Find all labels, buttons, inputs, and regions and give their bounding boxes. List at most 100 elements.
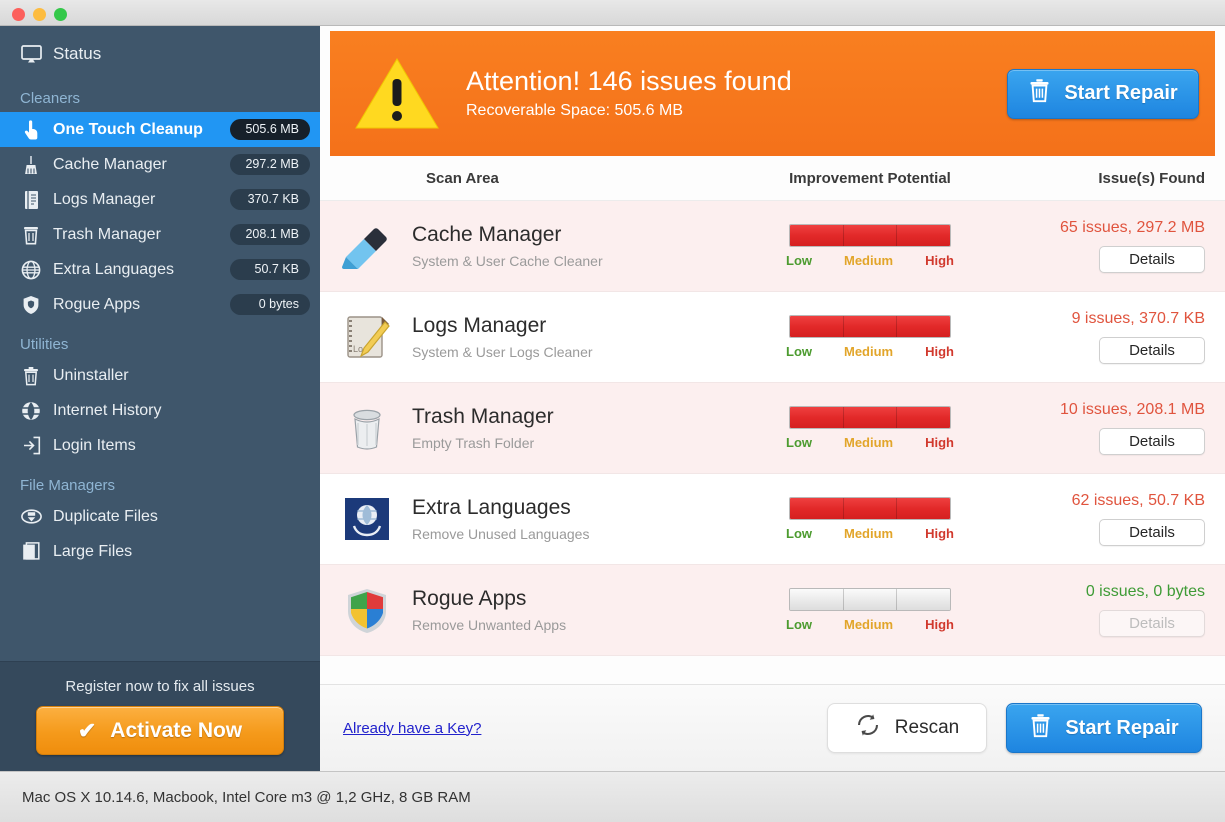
alert-banner: Attention! 146 issues found Recoverable …: [330, 31, 1215, 156]
meter-labels: Low Medium High: [786, 435, 954, 450]
logbook-pencil-icon: Lo: [340, 310, 394, 364]
sidebar-item-rogue-apps[interactable]: Rogue Apps 0 bytes: [0, 287, 320, 322]
meter-labels: Low Medium High: [786, 526, 954, 541]
sidebar-item-label: Trash Manager: [53, 225, 161, 243]
sidebar-item-badge: 370.7 KB: [230, 189, 310, 210]
meter-label-medium: Medium: [843, 435, 894, 450]
header-improvement: Improvement Potential: [789, 169, 951, 187]
sidebar-item-label: Status: [53, 44, 102, 63]
status-bar: Mac OS X 10.14.6, Macbook, Intel Core m3…: [0, 771, 1225, 822]
meter-label-high: High: [925, 526, 954, 541]
meter-segment-low: [790, 498, 844, 519]
row-issues: 65 issues, 297.2 MB Details: [1020, 219, 1205, 273]
sidebar-item-uninstaller[interactable]: Uninstaller: [0, 358, 320, 393]
sidebar-item-badge: 297.2 MB: [230, 154, 310, 175]
alert-title: Attention! 146 issues found: [466, 65, 792, 96]
activate-now-button[interactable]: ✔ Activate Now: [36, 706, 284, 755]
row-improvement: Low Medium High: [720, 224, 1020, 268]
sidebar-item-large-files[interactable]: Large Files: [0, 534, 320, 569]
table-row[interactable]: Cache Manager System & User Cache Cleane…: [320, 201, 1225, 292]
row-issues: 10 issues, 208.1 MB Details: [1020, 401, 1205, 455]
sidebar-section-utilities: Utilities: [20, 336, 69, 353]
row-text: Logs Manager System & User Logs Cleaner: [412, 314, 593, 359]
meter-label-high: High: [925, 344, 954, 359]
sidebar-section-cleaners: Cleaners: [20, 90, 81, 107]
sidebar-item-label: Extra Languages: [53, 260, 174, 278]
app-window: Status Cleaners One Touch Cleanup 505.6 …: [0, 0, 1225, 822]
improvement-meter: [789, 315, 951, 338]
row-name: Rogue Apps: [412, 587, 527, 611]
row-improvement: Low Medium High: [720, 497, 1020, 541]
broom-icon: [20, 154, 42, 176]
monitor-icon: [20, 43, 42, 65]
main-footer: Already have a Key? Rescan Start Repair: [320, 684, 1225, 771]
cache-broom-icon: [340, 219, 394, 273]
sidebar-item-badge: 505.6 MB: [230, 119, 310, 140]
scan-rows: Cache Manager System & User Cache Cleane…: [320, 201, 1225, 656]
issues-text: 9 issues, 370.7 KB: [1071, 310, 1205, 327]
already-have-key-link[interactable]: Already have a Key?: [343, 720, 481, 737]
sidebar-item-label: Logs Manager: [53, 190, 156, 208]
close-button[interactable]: [12, 8, 25, 21]
meter-label-high: High: [925, 253, 954, 268]
meter-segment-low: [790, 407, 844, 428]
duplicate-icon: [20, 506, 42, 528]
details-button[interactable]: Details: [1099, 337, 1205, 364]
improvement-meter: [789, 406, 951, 429]
start-repair-button-top[interactable]: Start Repair: [1007, 68, 1199, 119]
sidebar-item-extra-languages[interactable]: Extra Languages 50.7 KB: [0, 252, 320, 287]
check-icon: ✔: [77, 717, 97, 743]
row-name: Logs Manager: [412, 314, 547, 338]
sidebar-item-badge: 208.1 MB: [230, 224, 310, 245]
row-desc: System & User Cache Cleaner: [412, 252, 603, 269]
sidebar-item-logs-manager[interactable]: Logs Manager 370.7 KB: [0, 182, 320, 217]
meter-label-medium: Medium: [843, 253, 894, 268]
details-button[interactable]: Details: [1099, 519, 1205, 546]
details-button: Details: [1099, 610, 1205, 637]
row-name: Trash Manager: [412, 405, 554, 429]
meter-label-low: Low: [786, 344, 812, 359]
details-button[interactable]: Details: [1099, 246, 1205, 273]
meter-segment-low: [790, 225, 844, 246]
svg-text:Lo: Lo: [353, 344, 363, 354]
start-repair-button-bottom[interactable]: Start Repair: [1006, 703, 1202, 753]
table-row[interactable]: Trash Manager Empty Trash Folder Low Med…: [320, 383, 1225, 474]
table-row[interactable]: Rogue Apps Remove Unwanted Apps Low Medi…: [320, 565, 1225, 656]
meter-labels: Low Medium High: [786, 253, 954, 268]
meter-segment-high: [897, 316, 950, 337]
sidebar-item-login-items[interactable]: Login Items: [0, 428, 320, 463]
sidebar-item-one-touch-cleanup[interactable]: One Touch Cleanup 505.6 MB: [0, 112, 320, 147]
sidebar-item-label: Rogue Apps: [53, 295, 141, 313]
sidebar-item-trash-manager[interactable]: Trash Manager 208.1 MB: [0, 217, 320, 252]
trash-icon: [1028, 78, 1051, 109]
meter-segment-low: [790, 589, 844, 610]
details-button[interactable]: Details: [1099, 428, 1205, 455]
header-scan-area: Scan Area: [426, 169, 499, 187]
table-row[interactable]: Lo Logs Manager System & User Logs Clean…: [320, 292, 1225, 383]
row-desc: System & User Logs Cleaner: [412, 343, 593, 360]
meter-label-medium: Medium: [843, 344, 894, 359]
sidebar-item-label: Uninstaller: [53, 366, 129, 384]
title-bar: [0, 0, 1225, 26]
meter-label-high: High: [925, 617, 954, 632]
row-improvement: Low Medium High: [720, 406, 1020, 450]
sidebar-item-internet-history[interactable]: Internet History: [0, 393, 320, 428]
zoom-button[interactable]: [54, 8, 67, 21]
color-shield-icon: [340, 583, 394, 637]
sidebar-item-duplicate-files[interactable]: Duplicate Files: [0, 499, 320, 534]
rescan-button[interactable]: Rescan: [827, 703, 987, 753]
meter-label-medium: Medium: [843, 617, 894, 632]
sidebar-item-status[interactable]: Status: [0, 32, 320, 76]
issues-text: 62 issues, 50.7 KB: [1071, 492, 1205, 509]
table-row[interactable]: Extra Languages Remove Unused Languages …: [320, 474, 1225, 565]
row-text: Rogue Apps Remove Unwanted Apps: [412, 587, 566, 632]
meter-segment-medium: [843, 498, 898, 519]
row-name: Extra Languages: [412, 496, 571, 520]
row-scan-area: Trash Manager Empty Trash Folder: [340, 401, 720, 455]
row-scan-area: Rogue Apps Remove Unwanted Apps: [340, 583, 720, 637]
minimize-button[interactable]: [33, 8, 46, 21]
row-name: Cache Manager: [412, 223, 562, 247]
meter-labels: Low Medium High: [786, 617, 954, 632]
row-improvement: Low Medium High: [720, 315, 1020, 359]
sidebar-item-cache-manager[interactable]: Cache Manager 297.2 MB: [0, 147, 320, 182]
